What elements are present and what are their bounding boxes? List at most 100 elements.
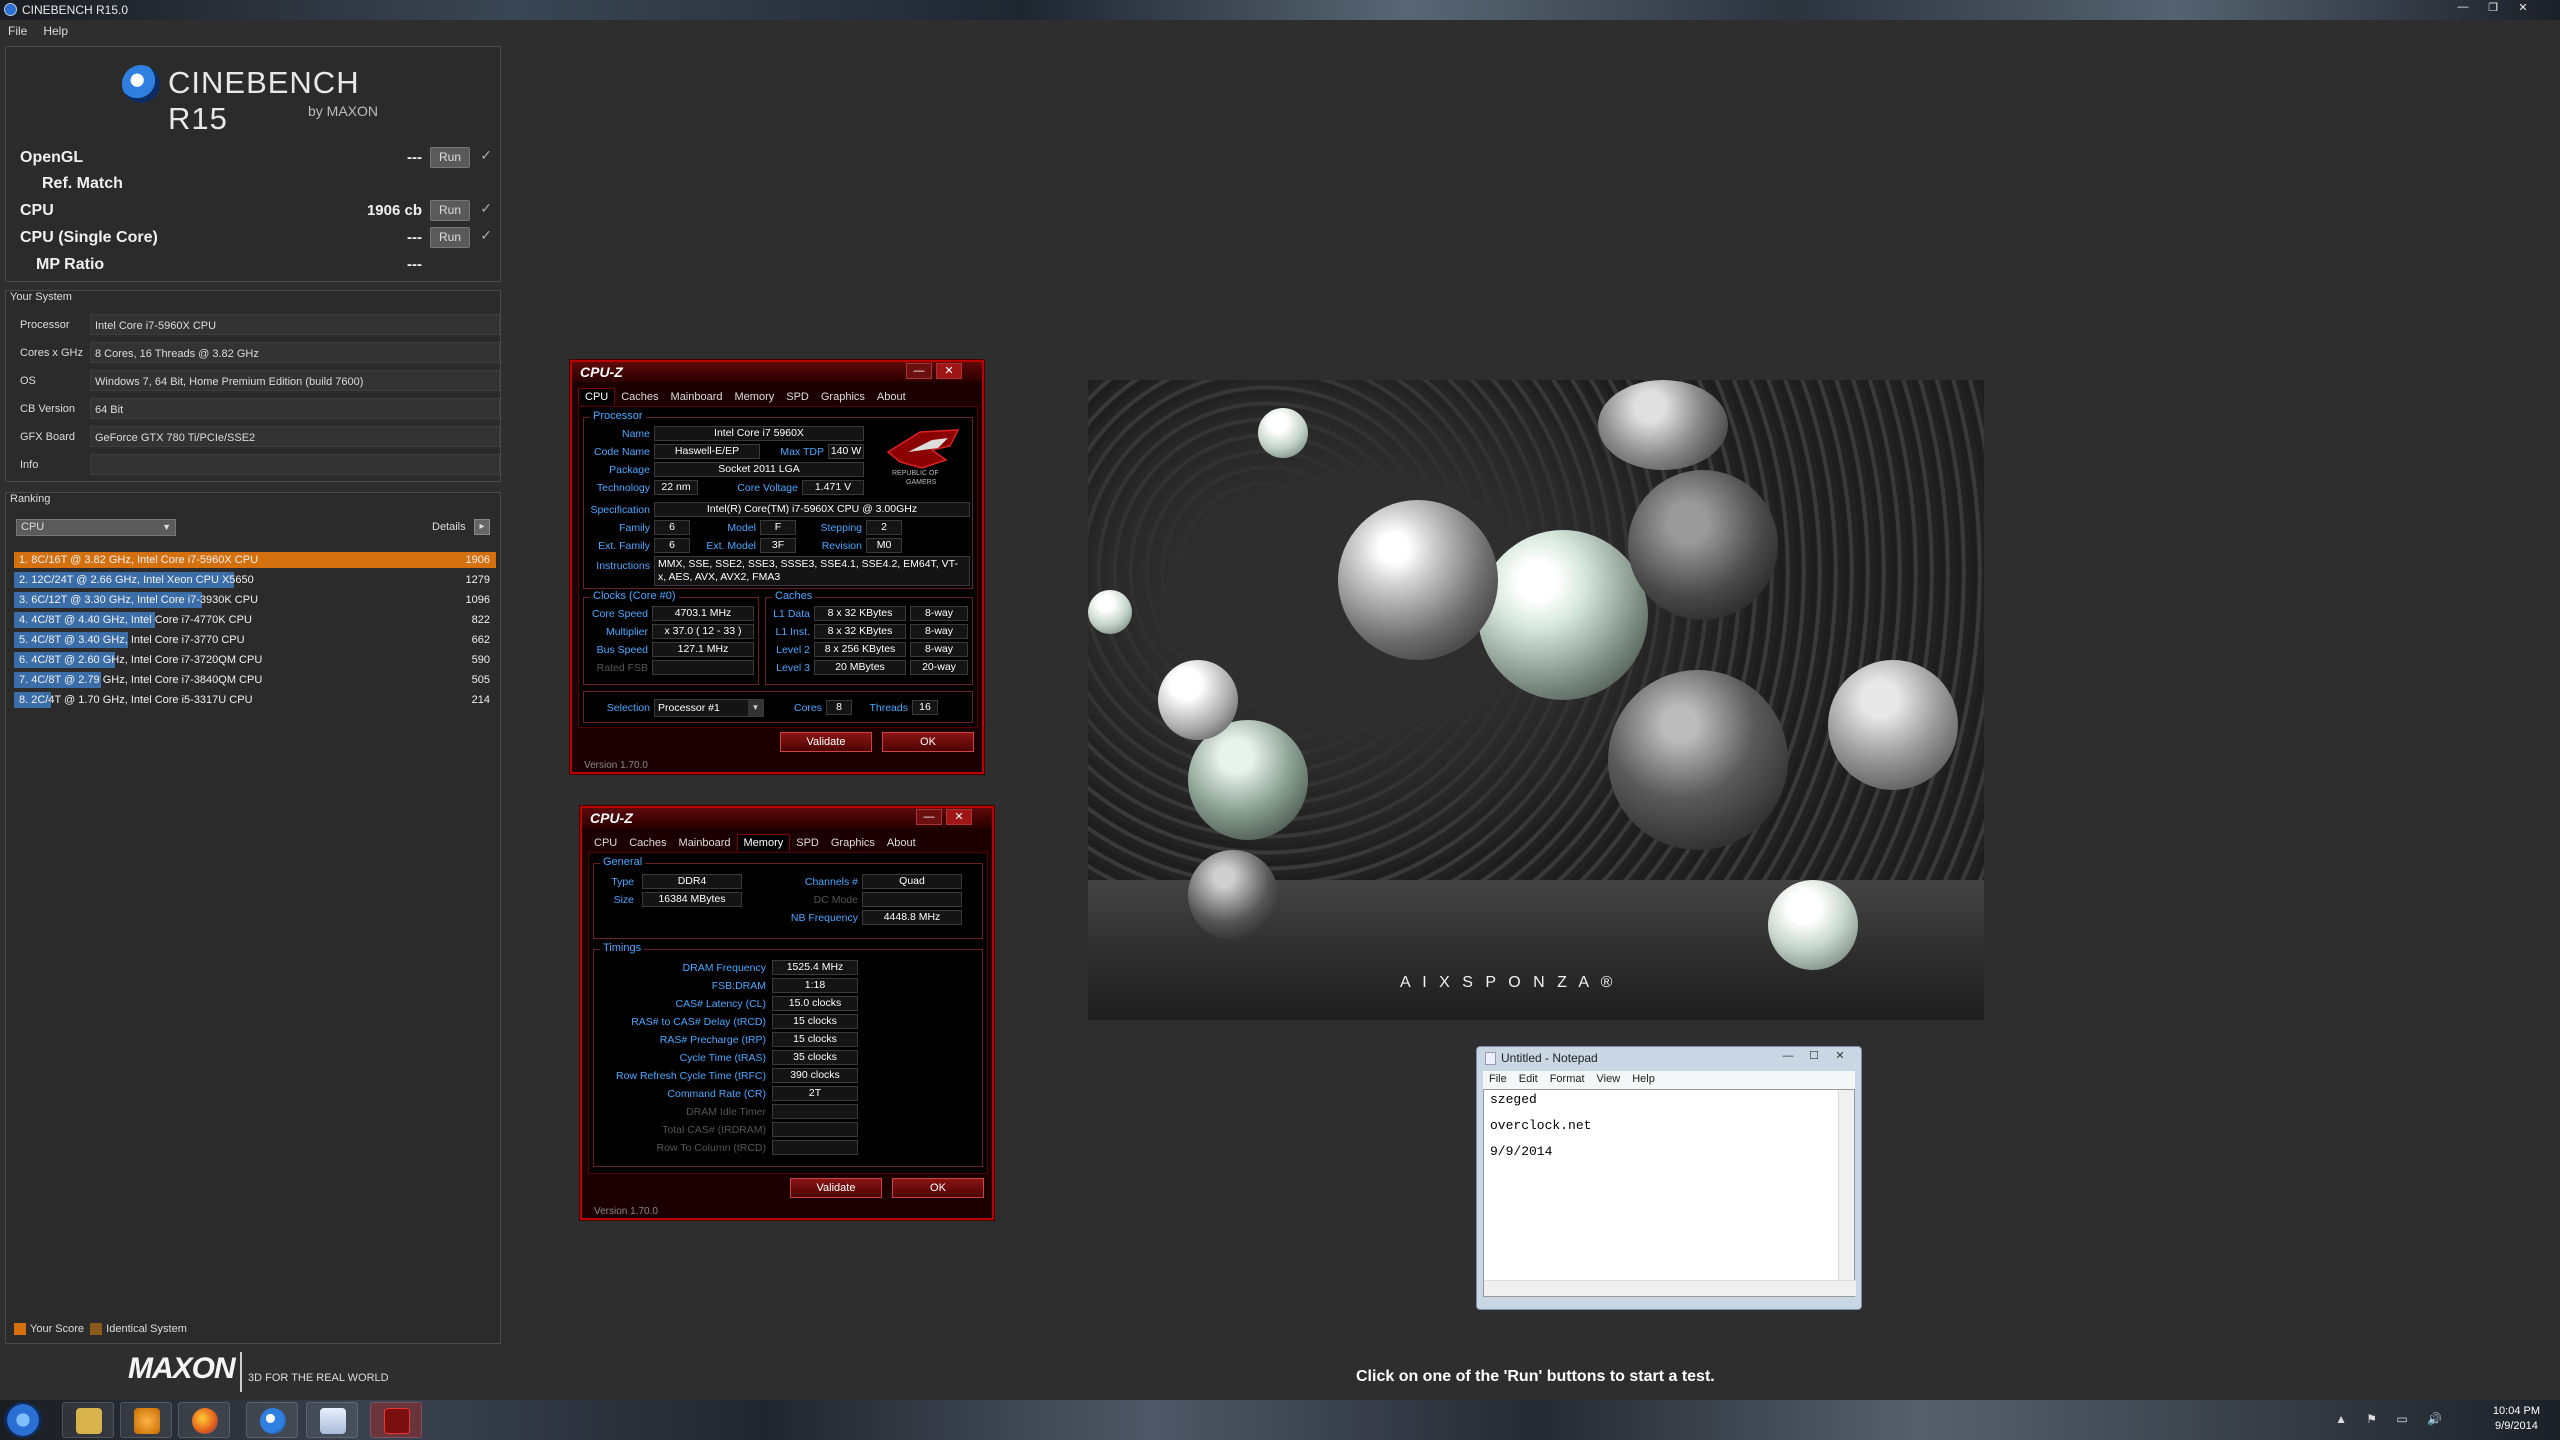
timing-value (772, 1122, 858, 1137)
tab-about[interactable]: About (871, 389, 912, 405)
ok-button[interactable]: OK (882, 732, 974, 752)
tab-spd[interactable]: SPD (780, 389, 815, 405)
cpuz-version: Version 1.70.0 (584, 760, 648, 771)
menu-help[interactable]: Help (35, 20, 76, 38)
tab-cpu[interactable]: CPU (578, 388, 616, 405)
run-cpu-single-button[interactable]: Run (430, 227, 470, 248)
field-label: Code Name (593, 446, 650, 458)
minimize-button[interactable]: — (1775, 1050, 1801, 1062)
notepad-window[interactable]: Untitled - Notepad — ☐ ✕ File Edit Format Vie… (1476, 1046, 1862, 1310)
tab-cpu[interactable]: CPU (588, 835, 623, 851)
ranking-score: 1906 (465, 554, 490, 566)
ranking-row[interactable]: 3. 6C/12T @ 3.30 GHz, Intel Core i7-3930… (14, 591, 496, 609)
taskbar-media-player[interactable] (120, 1402, 172, 1438)
checkbox-icon[interactable]: ✓ (480, 227, 492, 244)
ranking-row[interactable]: 5. 4C/8T @ 3.40 GHz, Intel Core i7-3770 … (14, 631, 496, 649)
chevron-down-icon[interactable]: ▼ (748, 700, 763, 716)
field-label: Size (613, 894, 634, 906)
ranking-row[interactable]: 6. 4C/8T @ 2.60 GHz, Intel Core i7-3720Q… (14, 651, 496, 669)
general-group: General Type DDR4 Size 16384 MBytes Chan… (593, 856, 983, 939)
close-button[interactable]: ✕ (1827, 1049, 1853, 1062)
system-tray[interactable]: ▲ ⚑ ▭ 🔊 (2335, 1412, 2450, 1426)
tab-spd[interactable]: SPD (790, 835, 825, 851)
bench-label: MP Ratio (36, 256, 105, 273)
cinebench-app-icon (4, 3, 17, 16)
validate-button[interactable]: Validate (780, 732, 872, 752)
ranking-label: 8. 2C/4T @ 1.70 GHz, Intel Core i5-3317U… (19, 694, 253, 706)
tab-memory[interactable]: Memory (729, 389, 781, 405)
l1-data: 8 x 32 KBytes (814, 606, 906, 621)
group-title: Caches (772, 590, 816, 602)
ranking-row[interactable]: 7. 4C/8T @ 2.79 GHz, Intel Core i7-3840Q… (14, 671, 496, 689)
close-button[interactable]: ✕ (946, 809, 972, 825)
ranking-row[interactable]: 8. 2C/4T @ 1.70 GHz, Intel Core i5-3317U… (14, 691, 496, 709)
close-button[interactable]: ✕ (2512, 1, 2534, 16)
render-sphere (1608, 670, 1788, 850)
menu-format[interactable]: Format (1544, 1071, 1591, 1087)
timing-value: 35 clocks (772, 1050, 858, 1065)
l1-inst-way: 8-way (910, 624, 968, 639)
taskbar-cpuz[interactable] (370, 1402, 422, 1438)
start-button[interactable] (4, 1402, 42, 1438)
cpuz-memory-window[interactable]: CPU-Z — ✕ CPU Caches Mainboard Memory SPD Gra… (580, 806, 994, 1220)
menu-file[interactable]: File (1483, 1071, 1513, 1087)
bus-speed: 127.1 MHz (652, 642, 754, 657)
info-field[interactable] (90, 454, 500, 475)
level-3: 20 MBytes (814, 660, 906, 675)
minimize-button[interactable]: — (2452, 1, 2474, 16)
timing-value: 15.0 clocks (772, 996, 858, 1011)
text-line: szeged (1490, 1092, 1537, 1107)
validate-button[interactable]: Validate (790, 1178, 882, 1198)
menu-help[interactable]: Help (1626, 1071, 1661, 1087)
timing-label: DRAM Frequency (682, 962, 766, 974)
window-titlebar: CINEBENCH R15.0 — ❐ ✕ (0, 0, 2560, 20)
run-cpu-button[interactable]: Run (430, 200, 470, 221)
taskbar-explorer[interactable] (62, 1402, 114, 1438)
menu-edit[interactable]: Edit (1513, 1071, 1544, 1087)
minimize-button[interactable]: — (916, 809, 942, 825)
taskbar-firefox[interactable] (178, 1402, 230, 1438)
minimize-button[interactable]: — (906, 363, 932, 379)
cpuz-title: CPU-Z (580, 364, 623, 380)
menu-view[interactable]: View (1591, 1071, 1627, 1087)
taskbar-cinebench[interactable] (246, 1402, 298, 1438)
ranking-row[interactable]: 4. 4C/8T @ 4.40 GHz, Intel Core i7-4770K… (14, 611, 496, 629)
checkbox-icon[interactable]: ✓ (480, 147, 492, 164)
ranking-row[interactable]: 1. 8C/16T @ 3.82 GHz, Intel Core i7-5960… (14, 551, 496, 569)
close-button[interactable]: ✕ (936, 363, 962, 379)
tab-graphics[interactable]: Graphics (815, 389, 871, 405)
tab-caches[interactable]: Caches (615, 389, 664, 405)
details-label: Details (432, 521, 466, 533)
taskbar-clock[interactable]: 10:04 PM 9/9/2014 (2493, 1404, 2540, 1434)
tab-graphics[interactable]: Graphics (825, 835, 881, 851)
horizontal-scrollbar[interactable] (1484, 1280, 1856, 1296)
run-opengl-button[interactable]: Run (430, 147, 470, 168)
maximize-button[interactable]: ☐ (1801, 1049, 1827, 1062)
notepad-text-area[interactable]: szeged overclock.net 9/9/2014 (1483, 1089, 1856, 1297)
tab-about[interactable]: About (881, 835, 922, 851)
vertical-scrollbar[interactable] (1838, 1090, 1854, 1280)
details-button[interactable]: ▸ (474, 519, 490, 535)
tab-mainboard[interactable]: Mainboard (665, 389, 729, 405)
checkbox-icon[interactable]: ✓ (480, 200, 492, 217)
field-label: Specification (590, 504, 650, 516)
tab-caches[interactable]: Caches (623, 835, 672, 851)
taskbar-notepad[interactable] (306, 1402, 358, 1438)
section-title: Your System (10, 291, 72, 303)
bench-value: --- (407, 229, 422, 246)
tab-mainboard[interactable]: Mainboard (673, 835, 737, 851)
bench-cpu-single: CPU (Single Core) --- Run ✓ (14, 225, 498, 251)
timing-value: 15 clocks (772, 1032, 858, 1047)
l1-inst: 8 x 32 KBytes (814, 624, 906, 639)
maximize-button[interactable]: ❐ (2482, 1, 2504, 16)
folder-icon (76, 1408, 102, 1434)
cpuz-cpu-window[interactable]: CPU-Z — ✕ CPU Caches Mainboard Memory SPD Gra… (570, 360, 984, 774)
menu-file[interactable]: File (0, 20, 35, 38)
ranking-row[interactable]: 2. 12C/24T @ 2.66 GHz, Intel Xeon CPU X5… (14, 571, 496, 589)
footer-divider (240, 1352, 242, 1392)
cpu-ext-family: 6 (654, 538, 690, 553)
tab-memory[interactable]: Memory (736, 834, 791, 851)
ranking-score: 505 (471, 674, 490, 686)
ok-button[interactable]: OK (892, 1178, 984, 1198)
ranking-select[interactable]: CPU ▼ (16, 519, 176, 536)
